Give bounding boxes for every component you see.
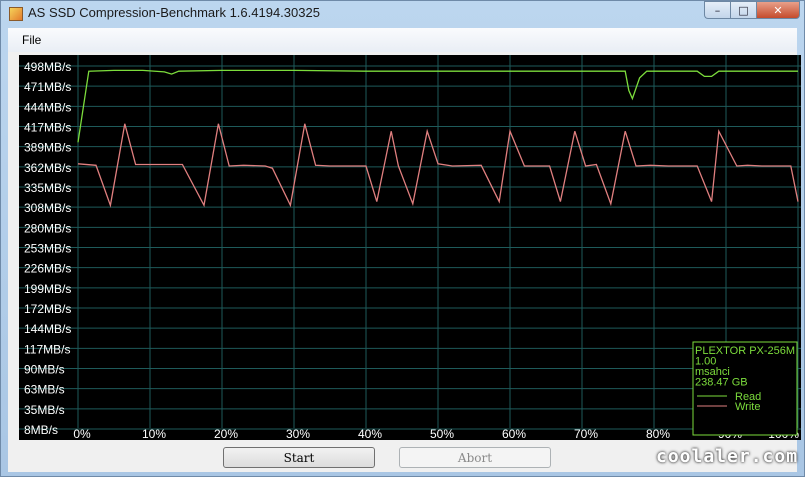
- y-tick-label: 35MB/s: [24, 403, 65, 417]
- app-icon: [9, 7, 23, 21]
- menu-bar: File: [8, 28, 797, 52]
- y-tick-label: 117MB/s: [24, 342, 70, 356]
- x-tick-label: 80%: [646, 427, 670, 440]
- client-area: File 498MB/s 471MB/s 444MB/s 417MB/s 389MB/s…: [8, 28, 801, 472]
- y-tick-label: 226MB/s: [24, 262, 71, 276]
- start-button[interactable]: Start: [223, 447, 375, 468]
- y-tick-label: 308MB/s: [24, 201, 71, 215]
- title-bar[interactable]: AS SSD Compression-Benchmark 1.6.4194.30…: [1, 1, 804, 27]
- close-button[interactable]: ✕: [756, 1, 800, 19]
- x-tick-label: 30%: [286, 427, 310, 440]
- y-tick-label: 498MB/s: [24, 60, 71, 74]
- x-tick-label: 0%: [73, 427, 91, 440]
- x-tick-label: 40%: [358, 427, 382, 440]
- app-window: AS SSD Compression-Benchmark 1.6.4194.30…: [0, 0, 805, 477]
- y-tick-label: 172MB/s: [24, 302, 71, 316]
- y-tick-label: 335MB/s: [24, 181, 71, 195]
- y-tick-label: 8MB/s: [24, 423, 58, 437]
- y-tick-label: 471MB/s: [24, 80, 71, 94]
- y-tick-label: 389MB/s: [24, 141, 71, 155]
- maximize-button[interactable]: □: [730, 1, 756, 19]
- x-tick-label: 50%: [430, 427, 454, 440]
- y-tick-label: 280MB/s: [24, 221, 71, 235]
- y-tick-label: 362MB/s: [24, 161, 71, 175]
- x-tick-label: 20%: [214, 427, 238, 440]
- y-tick-label: 253MB/s: [24, 242, 71, 256]
- y-tick-label: 417MB/s: [24, 121, 71, 135]
- x-tick-label: 60%: [502, 427, 526, 440]
- y-tick-label: 90MB/s: [24, 363, 65, 377]
- y-tick-label: 199MB/s: [24, 282, 71, 296]
- x-tick-label: 70%: [574, 427, 598, 440]
- window-title: AS SSD Compression-Benchmark 1.6.4194.30…: [28, 5, 320, 20]
- y-tick-label: 144MB/s: [24, 322, 71, 336]
- watermark: coolaler.com: [656, 446, 799, 467]
- x-tick-label: 10%: [142, 427, 166, 440]
- y-tick-label: 444MB/s: [24, 100, 71, 114]
- minimize-button[interactable]: –: [704, 1, 730, 19]
- menu-file[interactable]: File: [22, 33, 41, 47]
- legend-size: 238.47 GB: [695, 377, 748, 389]
- abort-button[interactable]: Abort: [399, 447, 551, 468]
- legend-write-label: Write: [735, 401, 760, 413]
- benchmark-chart: 498MB/s 471MB/s 444MB/s 417MB/s 389MB/s 362MB…: [19, 55, 801, 440]
- window-controls: – □ ✕: [704, 1, 800, 19]
- y-tick-label: 63MB/s: [24, 383, 65, 397]
